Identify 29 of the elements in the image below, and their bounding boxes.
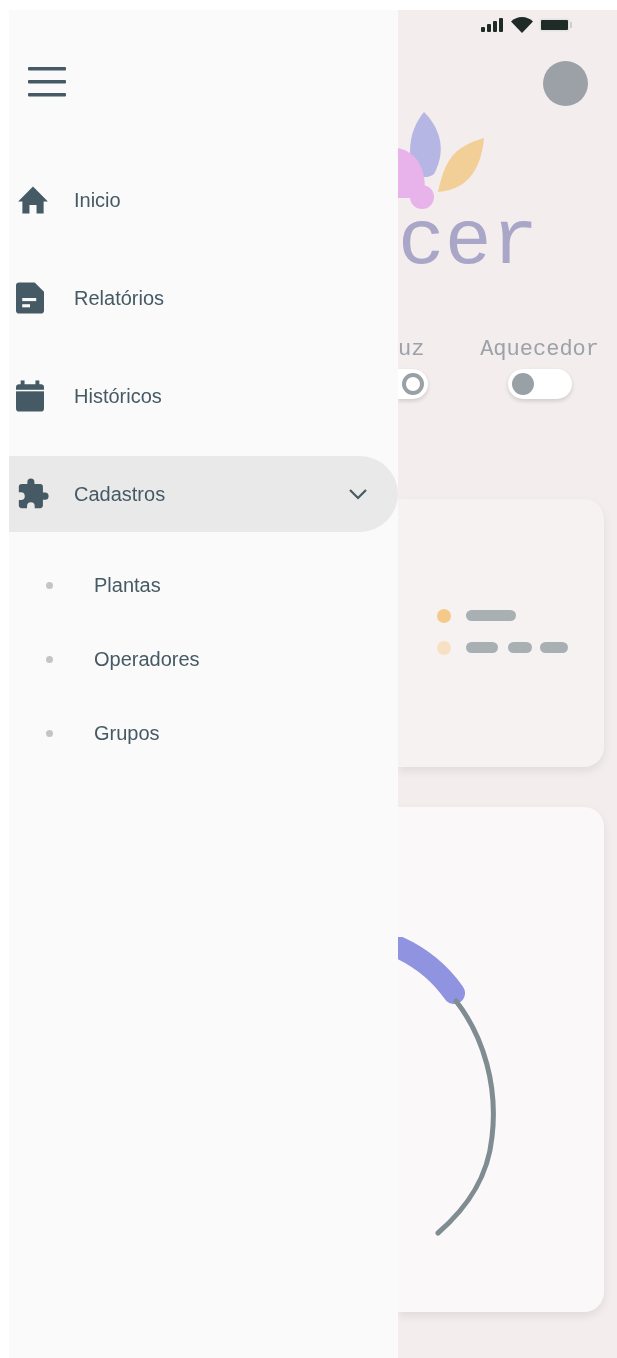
- toggle-switch[interactable]: [507, 369, 572, 399]
- home-icon: [16, 185, 50, 215]
- calendar-icon: [16, 380, 44, 412]
- menu-icon[interactable]: [28, 65, 66, 99]
- drawer-item-label: Inicio: [74, 188, 122, 213]
- wifi-icon: [511, 17, 533, 33]
- leaf-logo-icon: [398, 112, 484, 212]
- drawer-item-label: Históricos: [74, 384, 163, 409]
- puzzle-icon: [16, 478, 50, 510]
- bullet-icon: [46, 581, 53, 589]
- signal-icon: [481, 18, 505, 32]
- bullet-icon: [46, 655, 53, 663]
- logo-text: cer: [398, 202, 540, 282]
- toggle-label: Aquecedor: [480, 337, 599, 363]
- drawer-item-label: Relatórios: [74, 286, 166, 311]
- drawer-subitem[interactable]: Grupos: [9, 696, 398, 770]
- toggle-switch[interactable]: [398, 369, 428, 399]
- toggle-label: uz: [398, 337, 425, 363]
- avatar[interactable]: [543, 61, 588, 106]
- drawer-subitem-label: Grupos: [94, 721, 160, 746]
- document-icon: [16, 282, 44, 314]
- drawer-item-label: Cadastros: [74, 482, 167, 507]
- drawer-subitem-label: Plantas: [94, 573, 161, 598]
- battery-icon: [539, 18, 573, 32]
- drawer-subitem-label: Operadores: [94, 647, 200, 672]
- drawer-subitem[interactable]: Operadores: [9, 622, 398, 696]
- drawer-item[interactable]: Cadastros: [9, 456, 398, 532]
- bullet-icon: [46, 729, 53, 737]
- drawer-subitem[interactable]: Plantas: [9, 548, 398, 622]
